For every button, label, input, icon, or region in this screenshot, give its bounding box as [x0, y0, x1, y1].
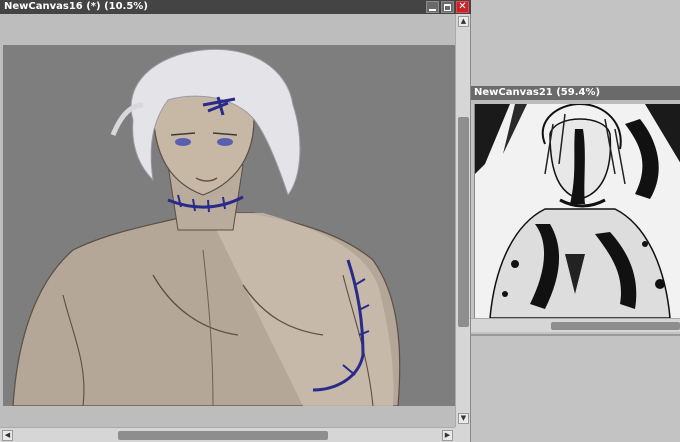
maximize-button[interactable] — [441, 1, 454, 13]
reference-canvas[interactable] — [474, 104, 680, 318]
maximize-icon — [444, 3, 451, 11]
close-icon: ✕ — [458, 1, 467, 12]
scroll-up-button[interactable]: ▲ — [458, 16, 469, 27]
horizontal-scrollbar[interactable]: ◀ ▶ — [0, 427, 455, 442]
horizontal-scroll-thumb[interactable] — [118, 431, 328, 440]
window-title: NewCanvas21 (59.4%) — [474, 87, 601, 98]
window-bottom-border — [471, 334, 680, 336]
canvas-window-reference[interactable]: NewCanvas21 (59.4%) — [471, 86, 680, 338]
arrow-right-icon: ▶ — [444, 431, 451, 439]
vertical-scrollbar[interactable]: ▲ ▼ — [455, 14, 470, 427]
arrow-left-icon: ◀ — [4, 431, 11, 439]
window-controls: ✕ — [426, 0, 469, 14]
window-titlebar[interactable]: NewCanvas16 (*) (10.5%) ✕ — [0, 0, 471, 14]
scroll-right-button[interactable]: ▶ — [442, 430, 453, 441]
arrow-up-icon: ▲ — [460, 17, 467, 25]
vertical-scroll-thumb[interactable] — [458, 117, 469, 327]
minimize-icon — [429, 8, 436, 11]
close-button[interactable]: ✕ — [456, 1, 469, 13]
horizontal-scrollbar[interactable] — [471, 318, 680, 332]
artwork-character-illustration — [3, 45, 455, 406]
artwork-manga-reference — [475, 104, 680, 318]
horizontal-scroll-thumb[interactable] — [551, 322, 680, 330]
scroll-left-button[interactable]: ◀ — [2, 430, 13, 441]
scroll-down-button[interactable]: ▼ — [458, 413, 469, 424]
arrow-down-icon: ▼ — [460, 414, 467, 422]
resize-grip[interactable] — [455, 427, 470, 442]
window-title: NewCanvas16 (*) (10.5%) — [4, 1, 148, 12]
drawing-canvas[interactable] — [3, 45, 455, 406]
canvas-viewport[interactable] — [0, 14, 455, 427]
canvas-window-main[interactable]: NewCanvas16 (*) (10.5%) ✕ ▲ ▼ ◀ ▶ — [0, 0, 471, 442]
window-titlebar[interactable]: NewCanvas21 (59.4%) — [471, 86, 680, 100]
minimize-button[interactable] — [426, 1, 439, 13]
